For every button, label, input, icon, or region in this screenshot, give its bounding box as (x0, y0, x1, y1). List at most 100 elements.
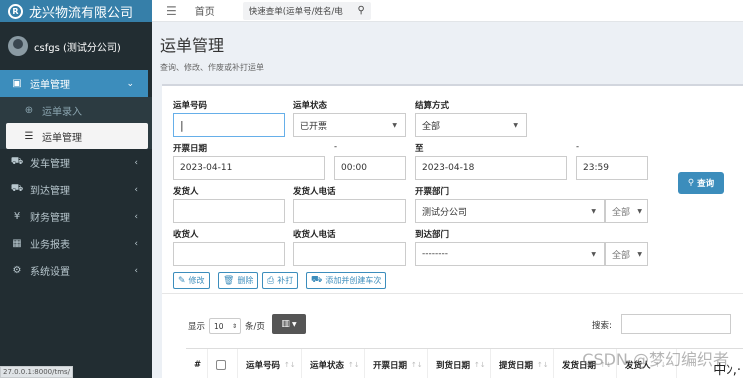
edit-icon: ✎ (178, 275, 186, 286)
sidebar-item-departure[interactable]: ⛟ 发车管理 ‹ (0, 149, 152, 176)
time-to-value: 23:59 (583, 163, 609, 173)
col-label: 开票日期 (373, 360, 408, 371)
issue-dept-select[interactable]: 测试分公司 ▼ (415, 199, 605, 223)
columns-icon: ▥ (281, 319, 290, 329)
sidebar-item-reports[interactable]: ▦ 业务报表 ‹ (0, 230, 152, 257)
col-index-label: # (194, 359, 202, 370)
sort-icon: ↑↓ (411, 360, 423, 369)
sidebar-item-label: 业务报表 (30, 240, 70, 251)
query-button[interactable]: ⚲ 查询 (678, 172, 724, 194)
content-header: 运单管理 查询、修改、作废或补打运单 (152, 22, 743, 82)
query-label: 查询 (697, 179, 715, 189)
sort-icon: ↑↓ (537, 360, 549, 369)
table-search-input[interactable] (621, 314, 731, 334)
settle-select[interactable]: 全部 ▼ (415, 113, 527, 137)
col-status[interactable]: 运单状态 ↑↓ (302, 348, 365, 378)
add-trip-button[interactable]: ⛟ 添加并创建车次 (306, 272, 387, 289)
time-from-input[interactable]: 00:00 (334, 156, 406, 180)
issue-dept-scope-button[interactable]: 全部 ▼ (605, 199, 648, 223)
status-select[interactable]: 已开票 ▼ (293, 113, 406, 137)
home-link[interactable]: 首页 (195, 3, 215, 18)
issue-dept-scope-value: 全部 (612, 207, 631, 218)
quick-search-input[interactable]: 快速查单(运单号/姓名/电 ⚲ (242, 1, 371, 20)
sender-phone-label: 发货人电话 (293, 187, 336, 197)
truck-icon: ⛟ (311, 275, 323, 285)
waybill-no-input[interactable]: | (173, 113, 285, 137)
date-label: 开票日期 (173, 144, 208, 154)
status-value: 已开票 (300, 121, 328, 132)
menu-toggle-icon[interactable]: ☰ (166, 4, 177, 18)
col-index: # (186, 348, 208, 378)
chevron-left-icon: ‹ (134, 184, 138, 195)
delete-label: 删除 (237, 276, 254, 285)
caret-down-icon: ▼ (513, 121, 518, 129)
chevron-down-icon: ⌄ (126, 78, 134, 89)
show-label: 显示 (188, 322, 206, 332)
settle-value: 全部 (422, 121, 441, 132)
date-to-value: 2023-04-18 (422, 163, 475, 173)
search-icon: ⚲ (687, 178, 695, 188)
edit-button[interactable]: ✎ 修改 (173, 272, 210, 289)
sidebar-item-settings[interactable]: ⚙ 系统设置 ‹ (0, 257, 152, 284)
arrive-dept-scope-button[interactable]: 全部 ▼ (605, 242, 648, 266)
yen-icon: ¥ (13, 211, 21, 222)
sidebar-item-waybill-mgmt[interactable]: ▣ 运单管理 ⌄ (0, 70, 148, 97)
chevron-left-icon: ‹ (134, 157, 138, 168)
gear-icon: ⚙ (12, 265, 22, 276)
updown-icon: ⇕ (231, 322, 238, 330)
issue-dept-value: 测试分公司 (422, 207, 468, 218)
print-button[interactable]: ⎙ 补打 (262, 272, 299, 289)
chevron-left-icon: ‹ (134, 265, 138, 276)
sort-icon: ↑↓ (474, 360, 486, 369)
date-dash: - (334, 142, 338, 152)
sender-input[interactable] (173, 199, 285, 223)
sidebar-item-arrival[interactable]: ⛟ 到达管理 ‹ (0, 176, 152, 203)
search-icon[interactable]: ⚲ (357, 5, 364, 16)
col-issue-date[interactable]: 开票日期 ↑↓ (365, 348, 428, 378)
trash-icon: 🗑 (223, 275, 235, 286)
chevron-left-icon: ‹ (134, 238, 138, 249)
date-dash-2: - (576, 142, 580, 152)
caret-down-icon: ▼ (291, 320, 297, 328)
sidebar-item-label: 发车管理 (30, 159, 70, 170)
sidebar-subitem-waybill-entry[interactable]: ⊕ 运单录入 (0, 97, 152, 123)
user-name: csfgs (测试分公司) (34, 42, 121, 54)
receiver-input[interactable] (173, 242, 285, 266)
caret-down-icon: ▼ (637, 207, 642, 215)
arrive-dept-select[interactable]: -------- ▼ (415, 242, 605, 266)
time-from-value: 00:00 (341, 163, 367, 173)
sender-label: 发货人 (173, 187, 199, 197)
divider (162, 293, 743, 294)
col-pickup-date[interactable]: 提货日期 ↑↓ (491, 348, 554, 378)
receiver-phone-input[interactable] (293, 242, 406, 266)
sender-phone-input[interactable] (293, 199, 406, 223)
status-label: 运单状态 (293, 101, 328, 111)
user-panel[interactable]: csfgs (测试分公司) (0, 22, 152, 70)
delete-button[interactable]: 🗑 删除 (218, 272, 259, 289)
col-label: 运单状态 (310, 360, 345, 371)
sidebar-subitem-waybill-mgmt[interactable]: ☰ 运单管理 (6, 123, 148, 149)
sidebar-item-finance[interactable]: ¥ 财务管理 ‹ (0, 203, 152, 230)
waybill-no-label: 运单号码 (173, 101, 208, 111)
sidebar-submenu: ⊕ 运单录入 ☰ 运单管理 (0, 97, 152, 149)
col-select (208, 348, 238, 378)
sort-icon: ↑↓ (348, 360, 360, 369)
clipboard-icon: ▣ (12, 78, 22, 89)
date-from-input[interactable]: 2023-04-11 (173, 156, 325, 180)
list-icon: ☰ (24, 130, 34, 142)
time-to-input[interactable]: 23:59 (576, 156, 648, 180)
app-logo[interactable]: R 龙兴物流有限公司 (0, 0, 152, 22)
app-title: 龙兴物流有限公司 (29, 5, 134, 21)
print-label: 补打 (277, 276, 294, 285)
page-size-select[interactable]: 10 ⇕ (209, 318, 242, 334)
truck-arrive-icon: ⛟ (10, 183, 24, 194)
sidebar-item-label: 到达管理 (30, 186, 70, 197)
col-arrive-date[interactable]: 到货日期 ↑↓ (428, 348, 491, 378)
sort-asc-icon: ↑↓ (284, 360, 296, 369)
select-all-checkbox[interactable] (216, 359, 226, 370)
col-waybill-no[interactable]: 运单号码 ↑↓ (238, 348, 302, 378)
edit-label: 修改 (188, 276, 205, 285)
watermark: CSDN @梦幻编织者 (582, 350, 729, 369)
columns-toggle-button[interactable]: ▥ ▼ (272, 314, 306, 334)
date-to-input[interactable]: 2023-04-18 (415, 156, 567, 180)
